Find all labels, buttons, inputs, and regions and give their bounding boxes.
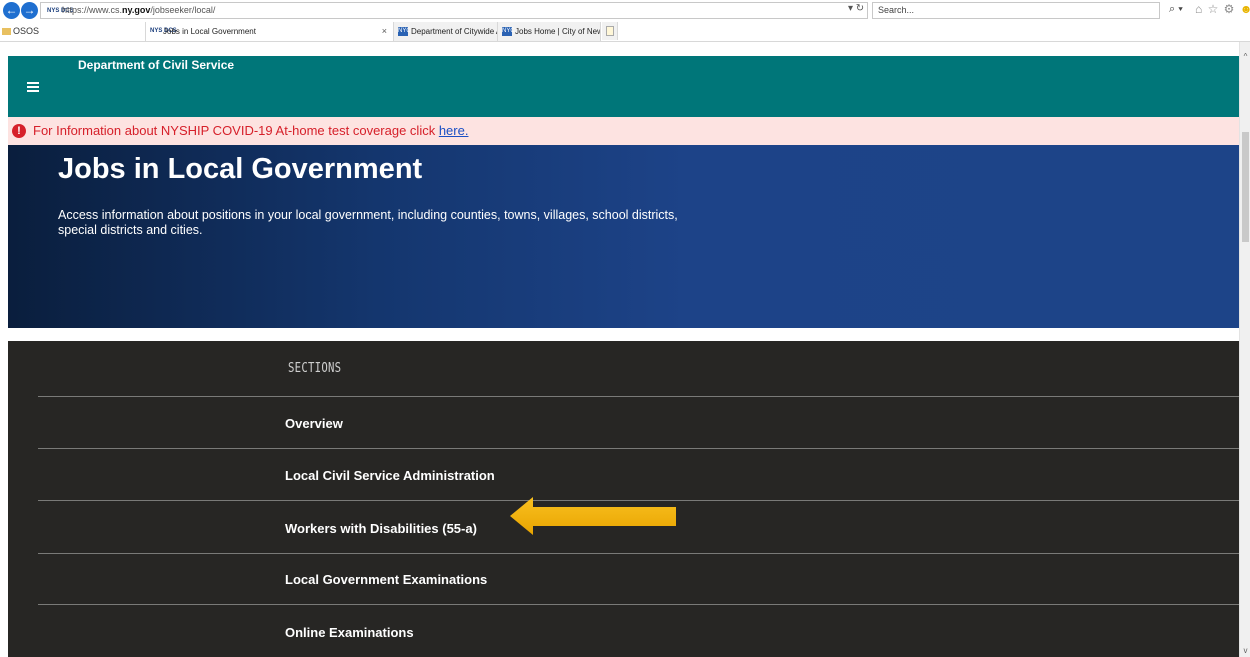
favorite-osos[interactable]: OSOS	[2, 26, 39, 36]
refresh-button[interactable]: ▾ ↻	[848, 3, 864, 14]
address-bar[interactable]: NYS DCShttps://www.cs.ny.gov/jobseeker/l…	[40, 2, 868, 19]
tab-favicon: NYC	[502, 27, 515, 37]
alert-here-link[interactable]: here.	[439, 123, 469, 138]
alert-icon: !	[12, 124, 26, 138]
tab-favicon: NYC	[398, 27, 411, 37]
page-title: Jobs in Local Government	[58, 153, 423, 185]
page-viewport: Department of Civil Service ! For Inform…	[8, 56, 1239, 657]
url-path: /jobseeker/local/	[150, 5, 216, 15]
department-title[interactable]: Department of Civil Service	[78, 58, 234, 72]
new-tab-button[interactable]	[602, 22, 618, 40]
alert-text: For Information about NYSHIP COVID-19 At…	[33, 123, 439, 138]
hero-description: Access information about positions in yo…	[58, 208, 678, 237]
covid-alert-banner: ! For Information about NYSHIP COVID-19 …	[8, 117, 1239, 145]
back-button[interactable]: ←	[3, 2, 20, 19]
section-divider	[38, 396, 1239, 397]
hamburger-menu-icon[interactable]	[27, 82, 39, 94]
scroll-up-icon[interactable]: ^	[1240, 52, 1250, 61]
site-favicon: NYS DCS	[47, 7, 74, 14]
section-link-online-examinations[interactable]: Online Examinations	[285, 625, 414, 640]
search-input[interactable]: Search...	[872, 2, 1160, 19]
sections-heading: SECTIONS	[288, 361, 342, 376]
arrow-right-icon: →	[23, 3, 36, 17]
hero-banner: Jobs in Local Government Access informat…	[8, 145, 1239, 328]
site-header: Department of Civil Service	[8, 56, 1239, 117]
section-divider	[38, 604, 1239, 605]
favorite-label: OSOS	[13, 26, 40, 36]
section-link-overview[interactable]: Overview	[285, 416, 343, 431]
section-link-workers-with-disabilities[interactable]: Workers with Disabilities (55-a)	[285, 521, 477, 536]
scroll-thumb[interactable]	[1242, 132, 1249, 242]
left-gutter	[0, 42, 8, 657]
tab-title: Jobs in Local Government	[163, 27, 256, 36]
page-scrollbar[interactable]: ^ v	[1239, 42, 1250, 657]
search-icon[interactable]: ⌕ ▾	[1169, 3, 1183, 16]
folder-icon	[2, 28, 11, 36]
url-host: ny.gov	[122, 5, 151, 15]
tab-jobs-home-nyc[interactable]: NYCJobs Home | City of New York	[498, 22, 601, 41]
url-prefix: https://www.cs.	[62, 5, 123, 15]
browser-chrome: ← → NYS DCShttps://www.cs.ny.gov/jobseek…	[0, 0, 1250, 42]
tab-title: Jobs Home | City of New York	[515, 27, 600, 36]
toolbar-icons[interactable]: ⌂ ☆ ⚙	[1195, 2, 1235, 16]
close-icon[interactable]: ×	[382, 22, 387, 41]
section-gap	[8, 328, 1239, 341]
section-link-local-civil-service-administration[interactable]: Local Civil Service Administration	[285, 468, 495, 483]
forward-button[interactable]: →	[21, 2, 38, 19]
tab-jobs-in-local-government[interactable]: NYS DCSJobs in Local Government ×	[145, 22, 394, 41]
section-divider	[38, 448, 1239, 449]
browser-toolbar-icons[interactable]: ⌂ ☆ ⚙ ☻	[1195, 2, 1250, 16]
scroll-down-icon[interactable]: v	[1240, 646, 1250, 655]
arrow-left-icon: ←	[5, 3, 18, 17]
section-link-local-government-examinations[interactable]: Local Government Examinations	[285, 572, 487, 587]
tab-title: Department of Citywide Admi...	[411, 27, 497, 36]
feedback-smiley-icon[interactable]: ☻	[1240, 2, 1250, 16]
tab-favicon: NYS DCS	[150, 28, 177, 35]
tab-bar: OSOS NYS DCSJobs in Local Government × N…	[0, 21, 1250, 42]
section-divider	[38, 553, 1239, 554]
new-tab-icon	[606, 26, 614, 36]
highlight-arrow-icon	[510, 497, 676, 535]
tab-department-of-citywide[interactable]: NYCDepartment of Citywide Admi...	[394, 22, 498, 41]
